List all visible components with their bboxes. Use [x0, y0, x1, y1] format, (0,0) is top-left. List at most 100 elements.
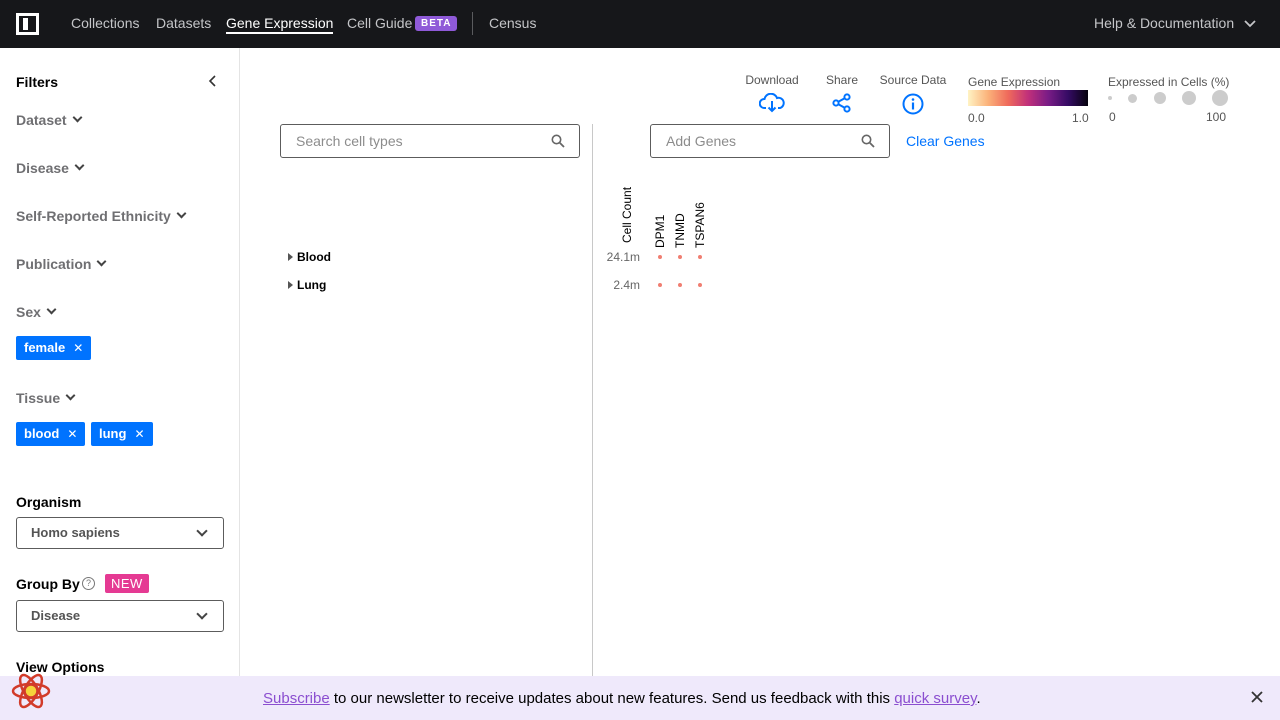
banner-end: . — [976, 690, 981, 707]
filter-label: Publication — [16, 256, 92, 272]
organism-label: Organism — [16, 494, 82, 510]
source-data-label: Source Data — [879, 73, 947, 87]
search-cell-types-input[interactable]: Search cell types — [280, 124, 580, 158]
gene-expression-gradient — [968, 90, 1088, 106]
filter-sex[interactable]: Sex — [16, 304, 57, 320]
collapse-sidebar-icon[interactable] — [207, 75, 219, 87]
tissue-row-lung[interactable]: Lung — [288, 278, 326, 292]
tissue-label: Lung — [297, 278, 327, 292]
filter-ethnicity[interactable]: Self-Reported Ethnicity — [16, 208, 187, 224]
chevron-down-icon — [196, 608, 208, 620]
group-by-value: Disease — [31, 608, 81, 623]
top-nav: Collections Datasets Gene Expression Cel… — [0, 0, 1280, 48]
close-icon[interactable] — [1250, 690, 1264, 704]
dot-size-legend-5 — [1212, 90, 1228, 106]
nav-datasets[interactable]: Datasets — [156, 15, 211, 31]
share-icon — [832, 93, 851, 113]
cell-count-header: Cell Count — [620, 186, 634, 243]
filter-label: Disease — [16, 160, 69, 176]
cell-count-value: 2.4m — [613, 278, 640, 292]
nav-divider — [472, 12, 473, 35]
chevron-down-icon — [74, 160, 85, 171]
group-by-label: Group By — [16, 576, 80, 592]
tissue-label: Blood — [297, 250, 331, 264]
nav-census[interactable]: Census — [489, 15, 536, 31]
group-by-select[interactable]: Disease — [16, 600, 224, 632]
tag-lung[interactable]: lung ✕ — [91, 422, 153, 446]
expression-dot[interactable] — [658, 255, 662, 259]
help-label: Help & Documentation — [1094, 15, 1235, 31]
tag-label: blood — [24, 426, 60, 441]
dot-size-legend-2 — [1128, 94, 1137, 103]
caret-right-icon[interactable] — [288, 253, 293, 261]
newsletter-banner: Subscribe to our newsletter to receive u… — [0, 676, 1280, 720]
gene-header-tnmd[interactable]: TNMD — [673, 213, 687, 248]
close-icon[interactable]: ✕ — [67, 427, 77, 441]
gene-expression-min: 0.0 — [968, 111, 985, 125]
nav-collections[interactable]: Collections — [71, 15, 139, 31]
nav-gene-expression[interactable]: Gene Expression — [226, 15, 334, 34]
tissue-row-blood[interactable]: Blood — [288, 250, 331, 264]
chevron-down-icon — [46, 304, 57, 315]
close-icon[interactable]: ✕ — [134, 427, 144, 441]
search-cell-types-placeholder: Search cell types — [296, 133, 403, 149]
beta-badge: BETA — [415, 16, 458, 31]
search-icon — [861, 134, 875, 148]
cellxgene-logo-icon[interactable] — [16, 13, 39, 35]
chevron-down-icon — [176, 208, 187, 219]
search-icon — [551, 134, 565, 148]
nav-cell-guide[interactable]: Cell Guide — [347, 15, 412, 31]
banner-body-text: to our newsletter to receive updates abo… — [329, 690, 895, 707]
tag-label: lung — [99, 426, 127, 441]
filter-label: Dataset — [16, 112, 67, 128]
gene-header-tspan6[interactable]: TSPAN6 — [693, 202, 707, 248]
tag-label: female — [24, 340, 66, 355]
new-badge: NEW — [105, 574, 149, 593]
share-label: Share — [825, 73, 859, 87]
source-data-button[interactable]: Source Data — [876, 73, 950, 115]
filter-publication[interactable]: Publication — [16, 256, 107, 272]
banner-text: Subscribe to our newsletter to receive u… — [263, 690, 981, 707]
expression-dot[interactable] — [658, 283, 662, 287]
caret-right-icon[interactable] — [288, 281, 293, 289]
tag-blood[interactable]: blood ✕ — [16, 422, 86, 446]
chevron-down-icon — [65, 390, 76, 401]
dot-size-legend-1 — [1108, 96, 1112, 100]
filter-tissue[interactable]: Tissue — [16, 390, 76, 406]
panel-divider — [592, 124, 593, 676]
gene-expression-legend-label: Gene Expression — [968, 75, 1061, 89]
expressed-legend-label: Expressed in Cells (%) — [1108, 75, 1230, 89]
gene-expression-max: 1.0 — [1072, 111, 1089, 125]
download-button[interactable]: Download — [743, 73, 801, 113]
cloud-download-icon — [759, 93, 785, 113]
add-genes-input[interactable]: Add Genes — [650, 124, 890, 158]
clear-genes-button[interactable]: Clear Genes — [906, 133, 985, 149]
react-logo-icon[interactable] — [11, 671, 51, 711]
expression-dot[interactable] — [678, 255, 682, 259]
cell-count-value: 24.1m — [606, 250, 640, 264]
tag-female[interactable]: female ✕ — [16, 336, 92, 360]
expression-dot[interactable] — [698, 283, 702, 287]
gene-header-dpm1[interactable]: DPM1 — [653, 215, 667, 248]
filter-disease[interactable]: Disease — [16, 160, 85, 176]
expression-dot[interactable] — [698, 255, 702, 259]
quick-survey-link[interactable]: quick survey — [894, 690, 976, 707]
filter-dataset[interactable]: Dataset — [16, 112, 83, 128]
expression-dot[interactable] — [678, 283, 682, 287]
close-icon[interactable]: ✕ — [73, 341, 83, 355]
expressed-min: 0 — [1109, 110, 1116, 124]
dot-size-legend-4 — [1182, 91, 1196, 105]
organism-value: Homo sapiens — [31, 525, 120, 540]
chevron-down-icon — [1244, 20, 1256, 28]
subscribe-link[interactable]: Subscribe — [263, 690, 330, 707]
chevron-down-icon — [97, 256, 107, 267]
download-label: Download — [745, 73, 799, 87]
share-button[interactable]: Share — [822, 73, 862, 113]
organism-select[interactable]: Homo sapiens — [16, 517, 224, 549]
dot-size-legend-3 — [1154, 92, 1166, 104]
help-documentation-menu[interactable]: Help & Documentation — [1094, 15, 1256, 31]
filters-sidebar: Filters Dataset Disease Self-Reported Et… — [0, 48, 240, 676]
info-icon — [902, 93, 924, 115]
expressed-max: 100 — [1206, 110, 1227, 124]
help-icon[interactable]: ? — [82, 577, 95, 590]
